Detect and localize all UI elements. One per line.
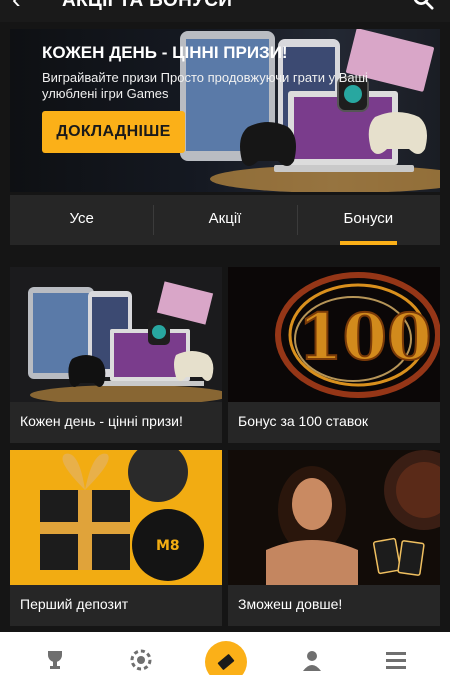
tab-all[interactable]: Усе <box>10 195 153 245</box>
promo-card-title: Перший депозит <box>20 596 129 612</box>
promo-card-100-bets[interactable]: 100 Бонус за 100 ставок <box>228 267 440 443</box>
promo-card-title: Бонус за 100 ставок <box>238 413 369 429</box>
casino-thumbnail <box>228 450 440 585</box>
top-bar: ‹ АКЦІЇ ТА БОНУСИ <box>0 0 450 22</box>
promo-card-title: Кожен день - цінні призи! <box>20 413 183 429</box>
search-icon[interactable] <box>412 0 434 10</box>
hero-banner[interactable]: КОЖЕН ДЕНЬ - ЦІННІ ПРИЗИ! Виграйвайте пр… <box>10 29 440 192</box>
bet-slip-button[interactable] <box>205 641 247 675</box>
page-title: АКЦІЇ ТА БОНУСИ <box>62 0 233 11</box>
svg-text:M8: M8 <box>156 538 180 554</box>
user-icon[interactable] <box>300 648 324 672</box>
promo-card-daily-prizes[interactable]: Кожен день - цінні призи! <box>10 267 222 443</box>
hero-title: КОЖЕН ДЕНЬ - ЦІННІ ПРИЗИ! <box>42 43 288 62</box>
trophy-icon[interactable] <box>43 648 67 672</box>
gadgets-thumbnail <box>10 267 222 402</box>
promo-tabs: Усе Акції Бонуси <box>10 195 440 245</box>
promo-card-first-deposit[interactable]: M8 Перший депозит <box>10 450 222 626</box>
tab-bonuses[interactable]: Бонуси <box>296 195 440 245</box>
promo-card-title: Зможеш довше! <box>238 596 343 612</box>
hero-subtitle: Виграйвайте призи Просто продовжуючи гра… <box>42 70 368 101</box>
ticket-icon <box>217 654 235 670</box>
tab-promotions[interactable]: Акції <box>153 195 296 245</box>
gift-thumbnail: M8 <box>10 450 222 585</box>
chip-icon[interactable] <box>129 648 153 672</box>
menu-icon[interactable] <box>384 648 408 672</box>
bonus-100-thumbnail: 100 <box>228 267 440 402</box>
svg-text:100: 100 <box>298 300 432 375</box>
promo-card-play-longer[interactable]: Зможеш довше! <box>228 450 440 626</box>
back-arrow-icon[interactable]: ‹ <box>12 0 21 12</box>
details-button[interactable]: ДОКЛАДНІШЕ <box>42 111 185 153</box>
